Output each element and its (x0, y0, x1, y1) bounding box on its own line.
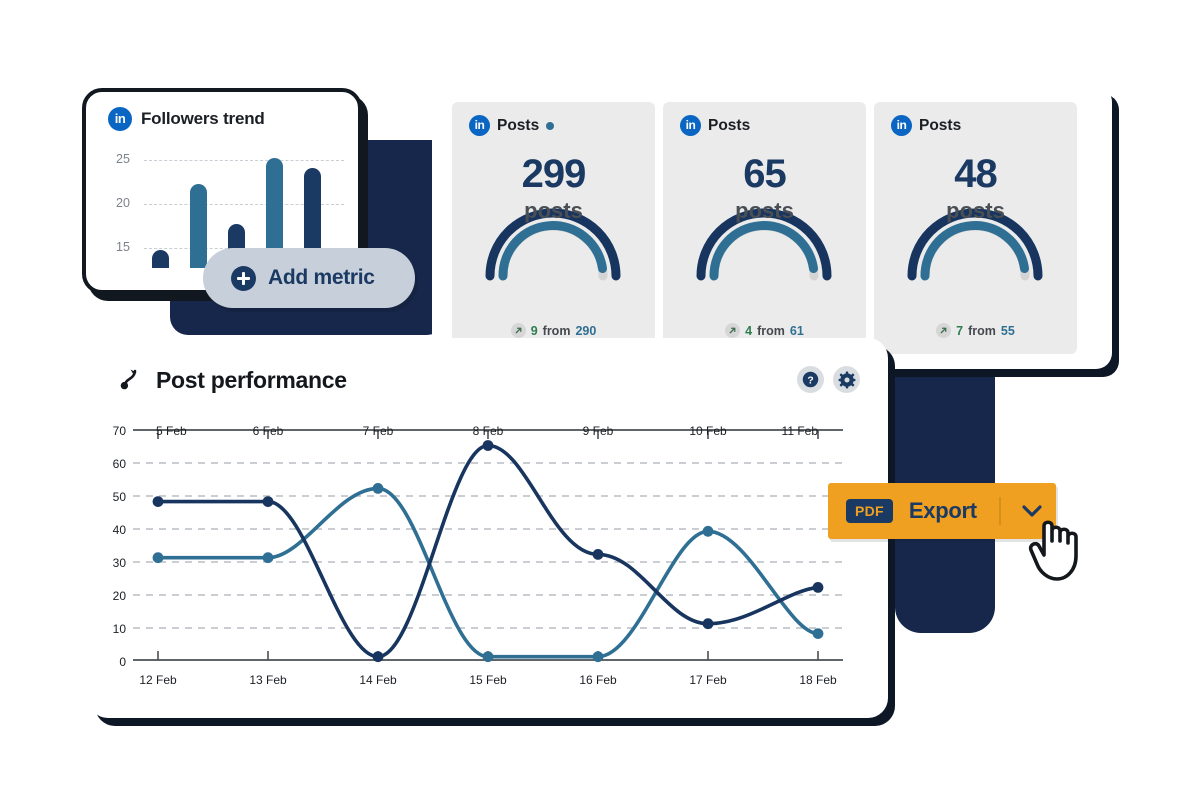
gauge-card-header-1: in Posts (452, 102, 655, 136)
gauge-value-2: 65 (743, 152, 787, 196)
posts-gauge-card-2[interactable]: in Posts 65 posts 4 from 61 (663, 102, 866, 354)
pdf-format-badge: PDF (846, 499, 893, 523)
bottom-axis-label-3: 14 Feb (359, 673, 397, 687)
linkedin-icon: in (469, 115, 490, 136)
top-axis-label-4: 8 Feb (472, 424, 504, 438)
delta-from-label-3: from (968, 323, 996, 338)
series-2-line (156, 486, 820, 659)
y-tick-15: 15 (116, 240, 130, 254)
post-performance-actions: ? (797, 366, 860, 393)
chart-svg (133, 429, 843, 663)
top-axis-label-6: 10 Feb (689, 424, 727, 438)
bottom-axis-label-1: 12 Feb (139, 673, 177, 687)
top-axis-label-2: 6 Feb (252, 424, 284, 438)
bottom-axis-label-6: 17 Feb (689, 673, 727, 687)
series-2-markers (152, 483, 824, 663)
svg-text:?: ? (807, 375, 813, 386)
help-icon[interactable]: ? (797, 366, 824, 393)
gauge-card-title-2: Posts (708, 116, 751, 134)
top-axis-label-7: 11 Feb (781, 424, 818, 438)
bar-2 (190, 184, 207, 268)
gauge-card-title-3: Posts (919, 116, 962, 134)
top-axis-label-5: 9 Feb (582, 424, 614, 438)
gauge-delta-3: 7 from 55 (874, 323, 1077, 338)
gauge-unit-2: posts (735, 198, 794, 223)
add-metric-label: Add metric (268, 266, 375, 289)
trend-note-icon (120, 366, 142, 395)
pointing-hand-cursor (1026, 500, 1096, 590)
gauge-unit-1: posts (524, 198, 583, 223)
posts-panel: in Posts 299 posts 9 from 290 in Posts 6… (432, 86, 1112, 369)
y-tick-50: 50 (112, 490, 126, 504)
bottom-axis-label-7: 18 Feb (799, 673, 837, 687)
bar-1 (152, 250, 169, 268)
bottom-axis-label-2: 13 Feb (249, 673, 287, 687)
delta-from-label-2: from (757, 323, 785, 338)
delta-value-2: 4 (745, 323, 753, 338)
gauge-readout-1: 299 posts (452, 154, 655, 224)
gauge-value-3: 48 (954, 152, 998, 196)
arrow-up-right-icon (510, 323, 526, 338)
dashboard-illustration: in Followers trend 25 20 15 in Posts 299… (0, 0, 1200, 800)
series-1-line (156, 443, 820, 659)
gauge-readout-2: 65 posts (663, 154, 866, 224)
gauge-card-title-1: Posts (497, 116, 540, 134)
y-tick-0: 0 (119, 655, 126, 669)
delta-previous-2: 61 (789, 323, 804, 338)
posts-gauge-card-3[interactable]: in Posts 48 posts 7 from 55 (874, 102, 1077, 354)
gauge-card-header-2: in Posts (663, 102, 866, 136)
delta-previous-1: 290 (575, 323, 597, 338)
posts-gauge-card-1[interactable]: in Posts 299 posts 9 from 290 (452, 102, 655, 354)
y-tick-70: 70 (112, 424, 126, 438)
linkedin-icon: in (891, 115, 912, 136)
arrow-up-right-icon (725, 323, 741, 338)
gauge-card-header-3: in Posts (874, 102, 1077, 136)
y-tick-25: 25 (116, 152, 130, 166)
y-tick-20: 20 (112, 589, 126, 603)
top-axis-label-1: 5 Feb (156, 424, 187, 438)
gear-icon[interactable] (833, 366, 860, 393)
followers-card-header: in Followers trend (86, 92, 358, 131)
linkedin-icon: in (680, 115, 701, 136)
delta-previous-3: 55 (1000, 323, 1015, 338)
y-tick-10: 10 (112, 622, 126, 636)
arrow-up-right-icon (936, 323, 952, 338)
gauge-delta-2: 4 from 61 (663, 323, 866, 338)
gauge-delta-1: 9 from 290 (452, 323, 655, 338)
export-divider (998, 497, 1001, 525)
delta-value-3: 7 (956, 323, 964, 338)
bottom-axis-label-5: 16 Feb (579, 673, 617, 687)
status-dot-icon (546, 121, 555, 130)
y-tick-30: 30 (112, 556, 126, 570)
post-performance-chart: 70 60 50 40 30 20 10 0 5 Feb 6 Feb 7 Feb… (88, 408, 888, 708)
linkedin-icon: in (108, 107, 132, 131)
plus-circle-icon (231, 265, 256, 291)
post-performance-title: Post performance (156, 367, 347, 393)
series-1-markers (152, 440, 824, 663)
gauge-value-1: 299 (521, 152, 587, 196)
followers-card-title: Followers trend (141, 109, 265, 128)
delta-from-label-1: from (542, 323, 571, 338)
delta-value-1: 9 (530, 323, 538, 338)
add-metric-button[interactable]: Add metric (203, 248, 415, 308)
post-performance-header: Post performance (88, 338, 888, 395)
bottom-axis-label-4: 15 Feb (469, 673, 507, 687)
post-performance-card: Post performance ? 70 60 50 40 30 20 10 … (88, 338, 888, 718)
top-axis-label-3: 7 Feb (362, 424, 394, 438)
export-label: Export (908, 498, 977, 523)
gauge-readout-3: 48 posts (874, 154, 1077, 224)
export-button[interactable]: PDF Export (828, 483, 1056, 539)
y-tick-40: 40 (112, 523, 126, 537)
y-tick-60: 60 (112, 457, 126, 471)
y-tick-20: 20 (116, 196, 130, 210)
gauge-unit-3: posts (946, 198, 1005, 223)
